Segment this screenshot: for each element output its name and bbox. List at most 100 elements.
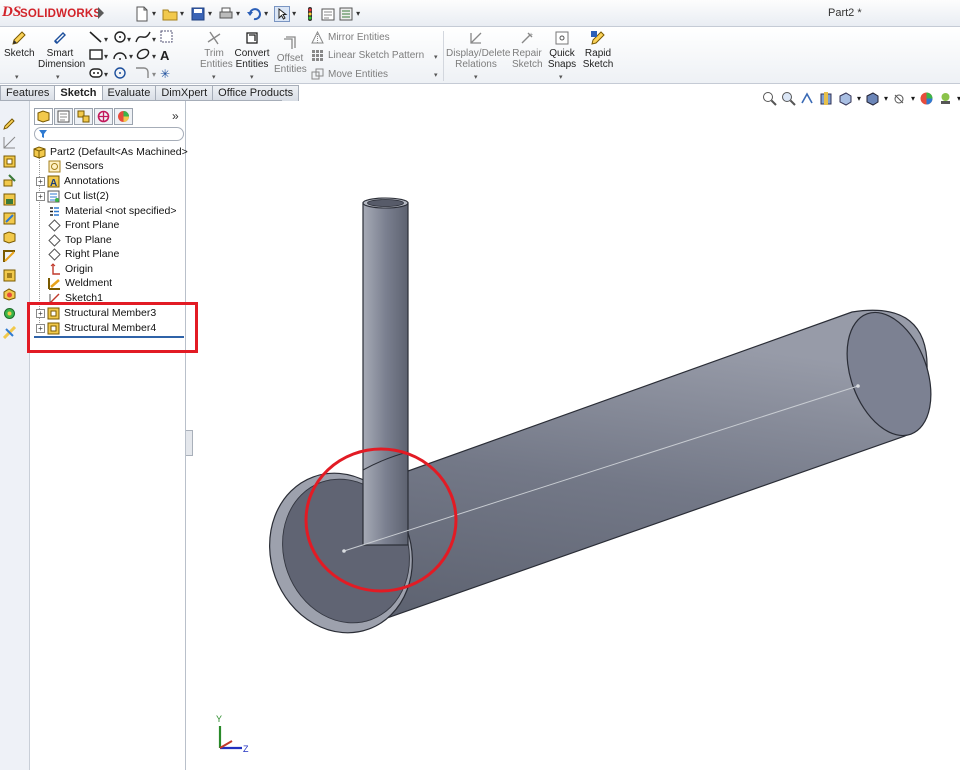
- strip-gusset-icon[interactable]: [3, 212, 16, 225]
- open-dropdown[interactable]: ▾: [180, 9, 184, 18]
- hide-show-items-icon[interactable]: [892, 91, 907, 106]
- section-view-icon[interactable]: [819, 91, 834, 106]
- print-dropdown[interactable]: ▾: [236, 9, 240, 18]
- sketch-button[interactable]: Sketch: [4, 30, 35, 59]
- linear-sketch-pattern-button[interactable]: Linear Sketch Pattern: [311, 49, 424, 62]
- open-folder-icon[interactable]: [162, 6, 178, 22]
- feature-tree-filter[interactable]: [34, 127, 184, 141]
- centerline-start-point[interactable]: [342, 549, 346, 553]
- save-dropdown[interactable]: ▾: [208, 9, 212, 18]
- expand-toggle[interactable]: +: [36, 191, 45, 201]
- zoom-to-area-icon[interactable]: [781, 91, 796, 106]
- tab-evaluate[interactable]: Evaluate: [101, 85, 157, 101]
- line-icon[interactable]: [89, 31, 102, 43]
- strip-trim-extend-icon[interactable]: [3, 174, 16, 187]
- print-icon[interactable]: [218, 6, 234, 22]
- graphics-viewport[interactable]: Y Z: [187, 107, 960, 770]
- convert-dropdown-arrow[interactable]: ▾: [250, 73, 254, 81]
- tree-item-material[interactable]: Material <not specified>: [48, 204, 176, 218]
- quick-snaps-button[interactable]: Quick Snaps: [546, 30, 578, 70]
- centerline-end-point[interactable]: [856, 384, 860, 388]
- display-style-dropdown[interactable]: ▾: [884, 94, 888, 103]
- tab-office-products[interactable]: Office Products: [212, 85, 300, 101]
- relations-dropdown-arrow[interactable]: ▾: [474, 73, 478, 81]
- point-icon[interactable]: ✳: [160, 67, 170, 81]
- rapid-sketch-button[interactable]: Rapid Sketch: [582, 30, 614, 70]
- tab-dimxpert[interactable]: DimXpert: [155, 85, 214, 101]
- strip-extruded-cut-icon[interactable]: [3, 288, 16, 301]
- arc-icon[interactable]: [113, 52, 127, 60]
- trim-dropdown-arrow[interactable]: ▾: [212, 73, 216, 81]
- tree-item-sensors[interactable]: Sensors: [48, 159, 104, 173]
- strip-hole-wizard-icon[interactable]: [3, 307, 16, 320]
- convert-entities-button[interactable]: Convert Entities: [234, 30, 270, 70]
- circle-icon[interactable]: [114, 31, 126, 43]
- menu-expand-arrow[interactable]: [98, 7, 104, 19]
- select-pointer-icon[interactable]: [274, 5, 291, 22]
- feature-manager-tab[interactable]: [34, 108, 53, 125]
- spline-dropdown[interactable]: ▾: [152, 35, 156, 44]
- tree-root-part[interactable]: Part2 (Default<As Machined>: [33, 145, 188, 159]
- ellipse-dropdown[interactable]: ▾: [152, 52, 156, 61]
- rectangle-icon[interactable]: [89, 49, 103, 60]
- strip-fillet-bead-icon[interactable]: [3, 250, 16, 263]
- edit-appearance-icon[interactable]: [919, 91, 934, 106]
- solidworks-logo[interactable]: DS SOLIDWORKS: [2, 4, 101, 24]
- slot-dropdown[interactable]: ▾: [104, 70, 108, 79]
- sketch-fillet-icon[interactable]: [160, 30, 173, 43]
- apply-scene-icon[interactable]: [938, 91, 953, 106]
- tree-item-cut-list[interactable]: + Cut list(2): [36, 189, 109, 203]
- ellipse-icon[interactable]: [136, 48, 150, 61]
- configuration-manager-tab[interactable]: [74, 108, 93, 125]
- hide-show-dropdown[interactable]: ▾: [911, 94, 915, 103]
- display-delete-relations-button[interactable]: Display/Delete Relations: [446, 30, 510, 70]
- undo-dropdown[interactable]: ▾: [264, 9, 268, 18]
- strip-sketch-icon[interactable]: [3, 117, 16, 130]
- new-dropdown[interactable]: ▾: [152, 9, 156, 18]
- strip-end-cap-icon[interactable]: [3, 193, 16, 206]
- mirror-entities-button[interactable]: Mirror Entities: [311, 31, 390, 44]
- dimxpert-manager-tab[interactable]: [94, 108, 113, 125]
- tree-item-front-plane[interactable]: Front Plane: [48, 218, 119, 232]
- view-orientation-dropdown[interactable]: ▾: [857, 94, 861, 103]
- offset-entities-button[interactable]: Offset Entities: [274, 35, 307, 75]
- tree-item-top-plane[interactable]: Top Plane: [48, 233, 112, 247]
- move-entities-button[interactable]: Move Entities: [311, 68, 388, 81]
- strip-extruded-boss-icon[interactable]: [3, 269, 16, 282]
- options-dropdown[interactable]: ▾: [356, 9, 360, 18]
- rectangle-dropdown[interactable]: ▾: [104, 52, 108, 61]
- file-properties-icon[interactable]: [320, 6, 336, 22]
- strip-weldment-cut-list-icon[interactable]: [3, 326, 16, 339]
- text-icon[interactable]: A: [160, 48, 170, 63]
- trim-entities-button[interactable]: Trim Entities: [200, 30, 233, 70]
- tab-features[interactable]: Features: [0, 85, 56, 101]
- vertical-tube-top-inner[interactable]: [367, 199, 404, 207]
- view-orientation-icon[interactable]: [838, 91, 853, 106]
- smart-dimension-button[interactable]: Smart Dimension: [38, 30, 85, 70]
- repair-sketch-button[interactable]: + Repair Sketch: [512, 30, 543, 70]
- tree-item-origin[interactable]: Origin: [48, 262, 93, 276]
- polygon-icon[interactable]: [114, 67, 126, 79]
- arc-dropdown[interactable]: ▾: [129, 52, 133, 61]
- circle-dropdown[interactable]: ▾: [127, 35, 131, 44]
- undo-icon[interactable]: [246, 6, 262, 22]
- display-style-icon[interactable]: [865, 91, 880, 106]
- expand-toggle[interactable]: +: [36, 176, 45, 186]
- new-document-icon[interactable]: [134, 6, 150, 22]
- tree-item-right-plane[interactable]: Right Plane: [48, 247, 119, 261]
- tree-item-weldment[interactable]: Weldment: [48, 276, 112, 290]
- sketch-fillet-disabled-icon[interactable]: [136, 67, 149, 78]
- line-dropdown[interactable]: ▾: [104, 35, 108, 44]
- previous-view-icon[interactable]: [800, 91, 815, 106]
- smart-dimension-dropdown-arrow[interactable]: ▾: [56, 73, 60, 81]
- property-manager-tab[interactable]: [54, 108, 73, 125]
- tree-item-annotations[interactable]: + A Annotations: [36, 174, 119, 188]
- options-icon[interactable]: [338, 6, 354, 22]
- fillet-dropdown[interactable]: ▾: [152, 70, 156, 79]
- tab-sketch[interactable]: Sketch: [54, 85, 103, 101]
- linear-pattern-dropdown-arrow[interactable]: ▾: [434, 53, 438, 61]
- strip-3d-sketch-icon[interactable]: [3, 136, 16, 149]
- display-manager-tab[interactable]: [114, 108, 133, 125]
- select-dropdown[interactable]: ▾: [292, 9, 296, 18]
- move-dropdown-arrow[interactable]: ▾: [434, 71, 438, 79]
